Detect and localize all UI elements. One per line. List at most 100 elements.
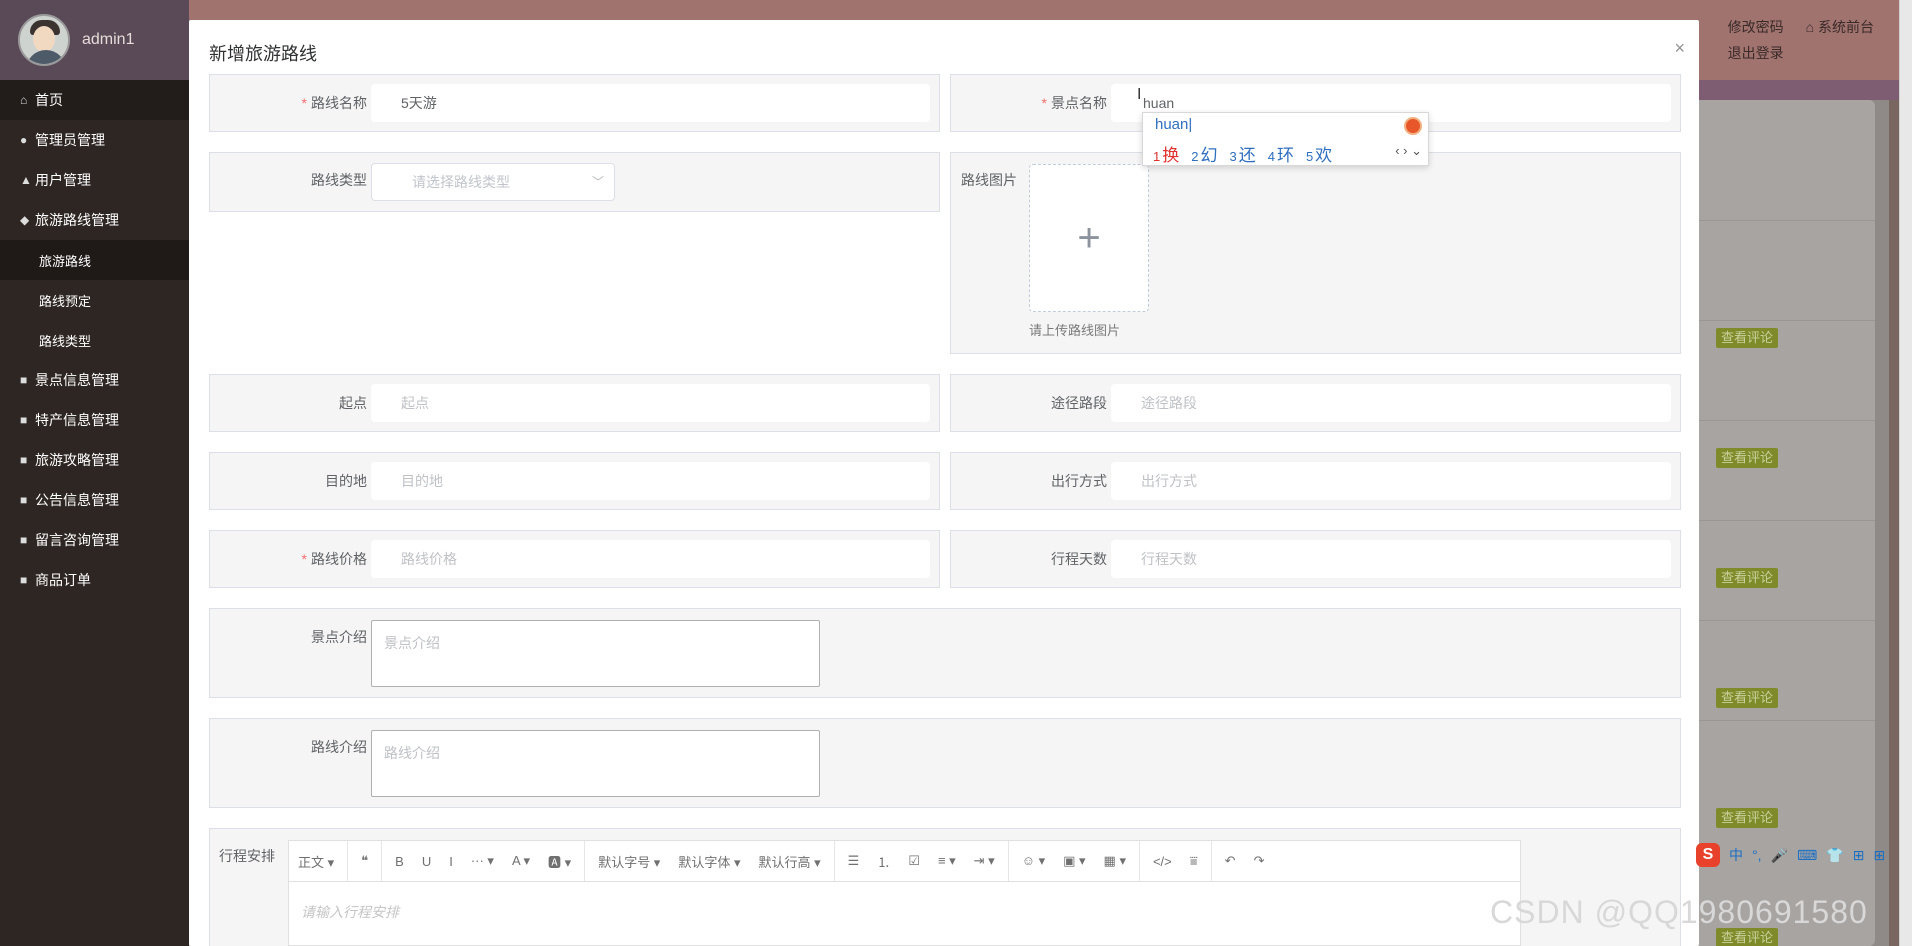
toolbar-separator	[833, 841, 835, 881]
skin-icon[interactable]: 👕	[1826, 847, 1843, 864]
scenic-intro-textarea[interactable]: 景点介绍	[371, 620, 820, 687]
ime-candidate-char: 幻	[1200, 146, 1218, 165]
price-input[interactable]: 路线价格	[371, 540, 930, 578]
punctuation-icon[interactable]: °,	[1752, 847, 1762, 863]
toolbar-separator	[1138, 841, 1140, 881]
toolbar-button[interactable]: ▣ ▾	[1054, 853, 1094, 869]
sidebar-item[interactable]: 路线预定	[0, 280, 189, 320]
sidebar-item-label: 特产信息管理	[35, 412, 119, 428]
ime-status-bar: S 中 °, 🎤 ⌨ 👕 ⊞ ⊞	[1692, 840, 1912, 870]
toolbar-button[interactable]: ⇥ ▾	[965, 853, 1004, 869]
toolbar-button[interactable]: ⒈	[868, 852, 899, 871]
travel-mode-input[interactable]: 出行方式	[1111, 462, 1671, 500]
game-icon[interactable]: ⊞	[1853, 847, 1865, 864]
change-password-link[interactable]: 修改密码	[1728, 19, 1784, 35]
itinerary-editor[interactable]: 请输入行程安排	[288, 882, 1521, 946]
ime-candidate[interactable]: 5欢	[1306, 146, 1332, 165]
ime-candidate-char: 环	[1276, 146, 1294, 165]
toolbar-separator	[381, 841, 383, 881]
toolbar-button[interactable]: 正文 ▾	[289, 852, 343, 871]
sidebar-item[interactable]: ▲ 用户管理	[0, 160, 189, 200]
toolbar-button[interactable]: I	[440, 854, 462, 869]
ime-candidate[interactable]: 2幻	[1191, 146, 1217, 165]
toolbar-button[interactable]: 默认行高 ▾	[749, 852, 829, 871]
ime-candidate[interactable]: 1换	[1153, 146, 1179, 165]
destination-input[interactable]: 目的地	[371, 462, 930, 500]
toolbar-button[interactable]: ☑	[899, 853, 929, 869]
sidebar-item-label: 首页	[35, 92, 63, 108]
toolbar-button[interactable]: 默认字体 ▾	[669, 852, 749, 871]
view-comment-button[interactable]: 查看评论	[1716, 328, 1779, 348]
destination-label: 目的地	[325, 473, 367, 489]
image-upload-box[interactable]: +	[1029, 164, 1149, 312]
route-type-select[interactable]: 请选择路线类型 ﹀	[371, 163, 615, 201]
toolbar-button[interactable]: A ▾	[503, 853, 539, 869]
chinese-mode-icon[interactable]: 中	[1729, 845, 1743, 865]
toolbar-button[interactable]: B	[386, 854, 413, 869]
ime-candidate[interactable]: 3还	[1229, 146, 1255, 165]
toolbar-separator	[1007, 841, 1009, 881]
route-intro-label: 路线介绍	[311, 739, 367, 755]
toolbar-button[interactable]: ▦ ▾	[1095, 853, 1135, 869]
route-image-label: 路线图片	[961, 172, 1017, 188]
sidebar-item[interactable]: 旅游路线	[0, 240, 189, 280]
toolbar-button[interactable]: ↶	[1216, 853, 1245, 869]
sidebar-item[interactable]: ◆ 旅游路线管理	[0, 200, 189, 240]
avatar[interactable]	[18, 14, 70, 66]
ime-candidate-number: 4	[1267, 149, 1275, 164]
sidebar-item-label: 用户管理	[35, 172, 91, 188]
view-comment-button[interactable]: 查看评论	[1716, 688, 1779, 708]
message-icon: ■	[20, 533, 28, 547]
sidebar-item[interactable]: ■ 特产信息管理	[0, 400, 189, 440]
start-input[interactable]: 起点	[371, 384, 930, 422]
toolbar-button[interactable]: ☰	[839, 853, 869, 869]
keyboard-icon[interactable]: ⌨	[1797, 847, 1817, 864]
ime-nav[interactable]: ‹ › ⌄	[1395, 143, 1422, 159]
toolbar-button[interactable]: 默认字号 ▾	[589, 852, 669, 871]
specialty-icon: ■	[20, 413, 28, 427]
sidebar-item[interactable]: ■ 留言咨询管理	[0, 520, 189, 560]
ime-candidate[interactable]: 4环	[1268, 146, 1294, 165]
toolbar-button[interactable]: ☺ ▾	[1013, 853, 1054, 869]
sidebar-item-label: 管理员管理	[35, 132, 105, 148]
price-label: * 路线价格	[301, 551, 367, 567]
sidebar-item-label: 留言咨询管理	[35, 532, 119, 548]
sidebar-item[interactable]: ■ 公告信息管理	[0, 480, 189, 520]
view-comment-button[interactable]: 查看评论	[1716, 448, 1779, 468]
logout-link[interactable]: 退出登录	[1728, 45, 1784, 61]
microphone-icon[interactable]: 🎤	[1771, 847, 1788, 864]
toolbar-button[interactable]: ≡ ▾	[929, 853, 965, 869]
sogou-icon[interactable]: S	[1696, 843, 1720, 867]
sidebar-item[interactable]: ● 管理员管理	[0, 120, 189, 160]
apps-icon[interactable]: ⊞	[1873, 847, 1885, 864]
toolbar-button[interactable]: 🅰 ▾	[539, 852, 580, 871]
sidebar-item[interactable]: ■ 景点信息管理	[0, 360, 189, 400]
toolbar-button[interactable]: ❝	[352, 853, 377, 869]
view-comment-button[interactable]: 查看评论	[1716, 808, 1779, 828]
toolbar-button[interactable]: </>	[1144, 854, 1181, 869]
sidebar-item-label: 景点信息管理	[35, 372, 119, 388]
chevron-down-icon: ﹀	[591, 175, 604, 189]
toolbar-button[interactable]: ↷	[1245, 853, 1274, 869]
view-comment-button[interactable]: 查看评论	[1716, 568, 1779, 588]
days-input[interactable]: 行程天数	[1111, 540, 1671, 578]
route-name-input[interactable]: 5天游	[371, 84, 930, 122]
editor-toolbar: 正文 ▾ ❝ B U I ··· ▾ A ▾ 🅰 ▾ 默认字号 ▾ 默认字体 ▾ 默认行高 ▾ ☰ ⒈ ☑…	[288, 840, 1521, 882]
sidebar-item[interactable]: ⌂ 首页	[0, 80, 189, 120]
route-intro-textarea[interactable]: 路线介绍	[371, 730, 820, 797]
sidebar-item[interactable]: ■ 商品订单	[0, 560, 189, 600]
sidebar-item[interactable]: ■ 旅游攻略管理	[0, 440, 189, 480]
ime-candidate-number: 2	[1191, 149, 1199, 164]
via-input[interactable]: 途径路段	[1111, 384, 1671, 422]
toolbar-button[interactable]: ⩸	[1181, 853, 1207, 869]
sidebar-item[interactable]: 路线类型	[0, 320, 189, 360]
add-route-dialog: 新增旅游路线 × * 路线名称 5天游 * 景点名称 huan 路线类型 请选择路线…	[189, 20, 1699, 946]
toolbar-button[interactable]: U	[413, 854, 440, 869]
close-icon[interactable]: ×	[1674, 38, 1685, 59]
page-scrollbar[interactable]	[1899, 0, 1912, 946]
toolbar-separator	[1210, 841, 1212, 881]
notice-icon: ■	[20, 493, 28, 507]
front-site-link[interactable]: ⌂ 系统前台	[1806, 19, 1874, 35]
toolbar-button[interactable]: ··· ▾	[462, 853, 503, 869]
sogou-logo-icon	[1404, 117, 1422, 135]
